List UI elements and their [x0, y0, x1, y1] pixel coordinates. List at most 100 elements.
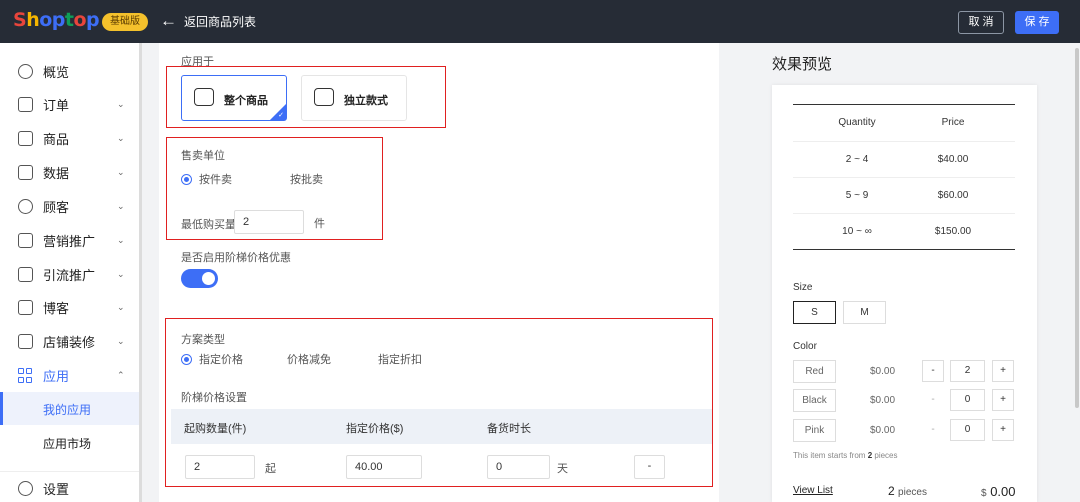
total-price: $ 0.00 — [981, 484, 1016, 499]
size-label: Size — [793, 282, 813, 293]
gear-icon — [18, 481, 33, 496]
currency-symbol: $ — [981, 488, 987, 499]
radio-label: 指定折扣 — [378, 354, 422, 366]
decrease-button[interactable]: - — [922, 360, 944, 382]
tier-qty-suffix: 起 — [265, 463, 276, 475]
minimum-note: This item starts from 2 pieces — [793, 451, 898, 460]
sidebar-item-label: 店铺装修 — [43, 335, 96, 350]
sidebar-item-label: 数据 — [43, 166, 70, 181]
min-purchase-unit: 件 — [314, 218, 325, 230]
quantity-input[interactable]: 2 — [950, 360, 985, 382]
sidebar-item-blog[interactable]: 博客 ⌄ — [0, 291, 140, 324]
customer-icon — [18, 199, 33, 214]
radio-per-piece[interactable]: 按件卖 — [181, 171, 232, 187]
sidebar-scrollbar[interactable] — [139, 43, 142, 502]
plan-type-label: 方案类型 — [181, 334, 225, 346]
check-icon: ✓ — [278, 112, 284, 119]
sidebar-item-traffic[interactable]: 引流推广 ⌄ — [0, 258, 140, 291]
sidebar-subitem-app-market[interactable]: 应用市场 — [0, 426, 140, 459]
sidebar-item-customers[interactable]: 顾客 ⌄ — [0, 190, 140, 223]
store-decoration-icon — [18, 334, 33, 349]
tier-enable-toggle[interactable] — [181, 269, 218, 288]
radio-fixed-price[interactable]: 指定价格 — [181, 351, 243, 367]
size-option-s[interactable]: S — [793, 301, 836, 324]
view-list-link[interactable]: View List — [793, 485, 833, 496]
note-text: pieces — [872, 451, 898, 460]
sale-unit-label: 售卖单位 — [181, 150, 225, 162]
sidebar-item-orders[interactable]: 订单 ⌄ — [0, 88, 140, 121]
option-whole-product[interactable]: 整个商品 ✓ — [181, 75, 287, 121]
radio-label: 按批卖 — [290, 174, 323, 186]
decrease-button[interactable]: - — [922, 419, 944, 441]
remove-tier-button[interactable]: - — [634, 455, 665, 479]
total-amount: 0.00 — [990, 484, 1016, 499]
color-option-pink[interactable]: Pink — [793, 419, 836, 442]
save-button[interactable]: 保 存 — [1015, 11, 1059, 34]
back-to-product-list[interactable]: ← 返回商品列表 — [160, 12, 256, 30]
tier-qty-input[interactable]: 2 — [185, 455, 255, 479]
quantity-input[interactable]: 0 — [950, 389, 985, 411]
radio-label: 价格减免 — [287, 354, 331, 366]
pieces-word: pieces — [898, 487, 927, 498]
sidebar-subitem-my-apps[interactable]: 我的应用 — [0, 392, 140, 425]
radio-discount[interactable]: 指定折扣 — [360, 351, 422, 367]
tier-qty: 10 ~ ∞ — [842, 226, 872, 237]
tier-price: $40.00 — [937, 154, 969, 165]
sidebar-item-label: 顾客 — [43, 200, 70, 215]
color-price: $0.00 — [870, 395, 896, 406]
radio-dot — [181, 173, 192, 185]
column-header: Price — [941, 117, 965, 128]
radio-price-reduction[interactable]: 价格减免 — [269, 351, 331, 367]
increase-button[interactable]: + — [992, 360, 1014, 382]
sidebar-item-data[interactable]: 数据 ⌄ — [0, 156, 140, 189]
decrease-button[interactable]: - — [922, 389, 944, 411]
column-header: Quantity — [838, 117, 876, 128]
settings-panel: 应用于 整个商品 ✓ 独立款式 售卖单位 按件卖 按批卖 最低购买量 2 件 是… — [159, 43, 719, 502]
product-icon — [18, 131, 33, 146]
tier-days-input[interactable]: 0 — [487, 455, 550, 479]
sidebar-footer: 设置 — [0, 471, 140, 502]
sidebar-subitem-label: 我的应用 — [43, 403, 92, 417]
table-top-rule — [793, 104, 1015, 105]
tier-price-input[interactable]: 40.00 — [346, 455, 422, 479]
option-single-variant[interactable]: 独立款式 — [301, 75, 407, 121]
size-option-m[interactable]: M — [843, 301, 886, 324]
sidebar-item-overview[interactable]: 概览 — [0, 55, 140, 88]
increase-button[interactable]: + — [992, 419, 1014, 441]
table-bottom-rule — [793, 249, 1015, 250]
color-label: Color — [793, 341, 817, 352]
cancel-button[interactable]: 取 消 — [958, 11, 1004, 34]
quantity-input[interactable]: 0 — [950, 419, 985, 441]
logo-letter: o — [39, 9, 52, 31]
chevron-down-icon: ⌄ — [117, 302, 125, 312]
row-divider — [793, 213, 1015, 214]
color-option-black[interactable]: Black — [793, 389, 836, 412]
radio-dot — [269, 353, 280, 365]
sidebar-item-settings[interactable]: 设置 — [0, 472, 140, 502]
shoptop-logo[interactable]: Shoptop — [13, 9, 100, 31]
sidebar-item-apps[interactable]: 应用 ⌃ — [0, 359, 140, 392]
tier-table-header: 起购数量(件) 指定价格($) 备货时长 — [171, 409, 712, 444]
tier-price: $60.00 — [937, 190, 969, 201]
color-option-red[interactable]: Red — [793, 360, 836, 383]
min-purchase-input[interactable]: 2 — [234, 210, 304, 234]
logo-letter: o — [73, 9, 87, 31]
compass-icon — [18, 64, 33, 79]
radio-per-batch[interactable]: 按批卖 — [272, 171, 323, 187]
sidebar-item-label: 应用 — [43, 369, 70, 384]
apps-icon — [18, 368, 33, 383]
increase-button[interactable]: + — [992, 389, 1014, 411]
back-label: 返回商品列表 — [184, 14, 257, 29]
arrow-left-icon: ← — [160, 11, 177, 30]
sidebar-item-store-decoration[interactable]: 店铺装修 ⌄ — [0, 325, 140, 358]
chevron-down-icon: ⌄ — [117, 201, 125, 211]
logo-letter: S — [13, 9, 27, 31]
column-header: 指定价格($) — [346, 423, 404, 435]
page-scrollbar-thumb[interactable] — [1075, 48, 1079, 408]
option-label: 整个商品 — [224, 95, 268, 107]
sidebar-item-products[interactable]: 商品 ⌄ — [0, 122, 140, 155]
sidebar-item-label: 营销推广 — [43, 234, 96, 249]
note-text: This item starts from — [793, 451, 868, 460]
variant-card-icon — [314, 88, 334, 106]
sidebar-item-marketing[interactable]: 营销推广 ⌄ — [0, 224, 140, 257]
